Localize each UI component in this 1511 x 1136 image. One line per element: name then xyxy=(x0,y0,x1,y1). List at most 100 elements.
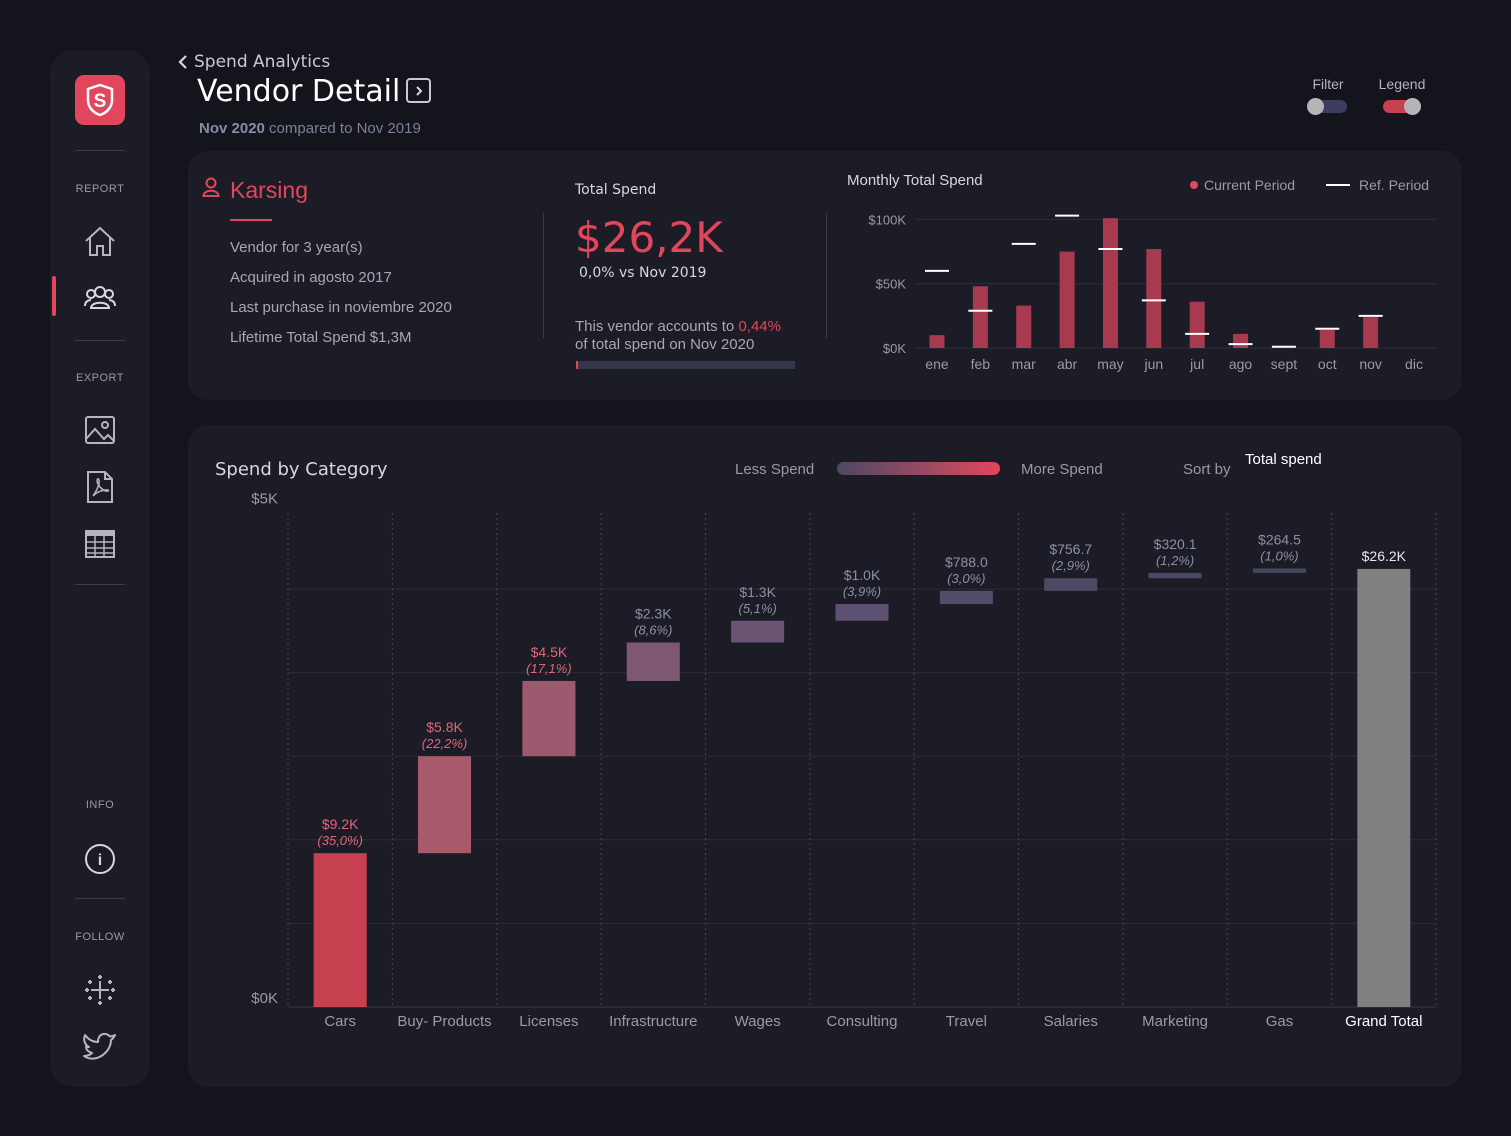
legend-label: Legend xyxy=(1378,76,1426,92)
period-compare: compared to Nov 2019 xyxy=(269,120,421,137)
category-x-tick: Grand Total xyxy=(1345,1013,1422,1030)
category-value-label: $5.8K xyxy=(426,719,463,735)
tableau-icon[interactable] xyxy=(83,973,117,1007)
monthly-x-tick: ago xyxy=(1229,356,1253,372)
legend-current-label: Current Period xyxy=(1204,177,1295,193)
category-pct-label: (5,1%) xyxy=(738,601,776,616)
dollar-shield-icon: S xyxy=(86,83,114,117)
category-pct-label: (1,2%) xyxy=(1156,553,1194,568)
category-value-label: $788.0 xyxy=(945,554,988,570)
category-x-tick: Wages xyxy=(735,1013,781,1030)
category-bar xyxy=(522,680,576,757)
sidebar: S REPORT EXPORT INFO i FOLLOW xyxy=(50,50,150,1087)
legend-ref-label: Ref. Period xyxy=(1359,177,1429,193)
monthly-bar xyxy=(1059,251,1075,348)
vendor-card: Karsing Vendor for 3 year(s) Acquired in… xyxy=(188,151,1462,400)
vendor-underline xyxy=(230,219,272,221)
svg-text:i: i xyxy=(98,852,102,869)
total-spend-label: Total Spend xyxy=(575,182,657,198)
back-link[interactable]: Spend Analytics xyxy=(178,52,330,72)
monthly-bar xyxy=(1319,330,1335,348)
users-icon[interactable] xyxy=(83,280,117,314)
share-suffix: of total spend on Nov 2020 xyxy=(575,336,755,353)
category-x-tick: Gas xyxy=(1266,1013,1294,1030)
table-export-icon[interactable] xyxy=(83,527,117,561)
monthly-bar xyxy=(972,286,988,348)
monthly-bar xyxy=(929,335,945,348)
monthly-x-tick: mar xyxy=(1012,356,1036,372)
chevron-right-icon xyxy=(415,85,422,96)
vendor-acquired: Acquired in agosto 2017 xyxy=(230,269,392,286)
twitter-icon[interactable] xyxy=(83,1029,117,1063)
svg-text:S: S xyxy=(94,91,107,112)
category-x-tick: Licenses xyxy=(519,1013,578,1030)
category-value-label: $26.2K xyxy=(1362,548,1407,564)
monthly-x-tick: nov xyxy=(1359,356,1382,372)
monthly-x-tick: jul xyxy=(1189,356,1204,372)
card-divider xyxy=(543,213,544,338)
category-pct-label: (2,9%) xyxy=(1052,558,1090,573)
monthly-x-tick: sept xyxy=(1271,356,1298,372)
monthly-spend-chart: Monthly Total Spend Current Period Ref. Pe… xyxy=(847,172,1436,372)
share-progress-bar xyxy=(576,361,795,369)
info-icon[interactable]: i xyxy=(83,842,117,876)
legend-current-dot xyxy=(1190,181,1198,189)
monthly-x-tick: dic xyxy=(1405,356,1423,372)
app-logo[interactable]: S xyxy=(75,75,125,125)
category-x-tick: Consulting xyxy=(827,1013,898,1030)
category-value-label: $1.3K xyxy=(739,584,776,600)
category-waterfall-chart: $25K$20K$15K$10K$5K$0K$9.2K(35,0%)Cars$5… xyxy=(251,490,1437,1030)
category-bar xyxy=(1044,578,1098,591)
vendor-name: Karsing xyxy=(230,177,308,203)
category-value-label: $4.5K xyxy=(531,644,568,660)
category-pct-label: (3,0%) xyxy=(947,571,985,586)
filter-toggle[interactable] xyxy=(1307,98,1347,115)
category-bar xyxy=(626,642,680,681)
total-spend-compare: 0,0% vs Nov 2019 xyxy=(579,265,707,281)
pdf-export-icon[interactable] xyxy=(83,470,117,504)
monthly-x-tick: oct xyxy=(1318,356,1337,372)
report-label: REPORT xyxy=(75,183,125,195)
legend-toggle-knob xyxy=(1404,98,1421,115)
chevron-left-icon xyxy=(178,55,187,69)
info-label: INFO xyxy=(85,799,115,811)
category-pct-label: (8,6%) xyxy=(634,623,672,638)
monthly-x-tick: abr xyxy=(1057,356,1078,372)
home-icon[interactable] xyxy=(83,224,117,258)
category-value-label: $1.0K xyxy=(844,567,881,583)
vendor-last-purchase: Last purchase in noviembre 2020 xyxy=(230,299,452,316)
vendor-tenure: Vendor for 3 year(s) xyxy=(230,239,363,256)
category-value-label: $264.5 xyxy=(1258,531,1301,547)
category-y-tick: $5K xyxy=(251,490,278,507)
category-pct-label: (35,0%) xyxy=(317,833,363,848)
category-x-tick: Infrastructure xyxy=(609,1013,697,1030)
legend-toggle[interactable] xyxy=(1383,98,1421,115)
share-pct: 0,44% xyxy=(738,318,781,335)
category-value-label: $2.3K xyxy=(635,606,672,622)
active-indicator xyxy=(52,276,56,316)
monthly-x-tick: feb xyxy=(971,356,991,372)
category-value-label: $9.2K xyxy=(322,816,359,832)
user-icon xyxy=(202,177,220,197)
monthly-bar xyxy=(1363,317,1379,348)
category-x-tick: Salaries xyxy=(1044,1013,1098,1030)
monthly-bar xyxy=(1102,218,1118,348)
sidebar-divider xyxy=(75,584,125,585)
category-value-label: $756.7 xyxy=(1049,541,1092,557)
category-bar xyxy=(1148,572,1202,579)
expand-button[interactable] xyxy=(406,78,431,103)
monthly-chart-title: Monthly Total Spend xyxy=(847,172,983,189)
filter-toggle-knob xyxy=(1307,98,1324,115)
category-pct-label: (17,1%) xyxy=(526,661,572,676)
monthly-y-tick: $100K xyxy=(868,212,906,227)
share-progress-fill xyxy=(576,361,578,369)
sidebar-divider xyxy=(75,150,125,151)
export-label: EXPORT xyxy=(75,372,125,384)
category-bar xyxy=(1357,568,1411,1007)
category-pct-label: (3,9%) xyxy=(843,584,881,599)
monthly-x-tick: ene xyxy=(925,356,949,372)
category-pct-label: (22,2%) xyxy=(422,736,468,751)
image-export-icon[interactable] xyxy=(83,413,117,447)
category-x-tick: Cars xyxy=(324,1013,356,1030)
category-y-tick: $0K xyxy=(251,990,278,1007)
